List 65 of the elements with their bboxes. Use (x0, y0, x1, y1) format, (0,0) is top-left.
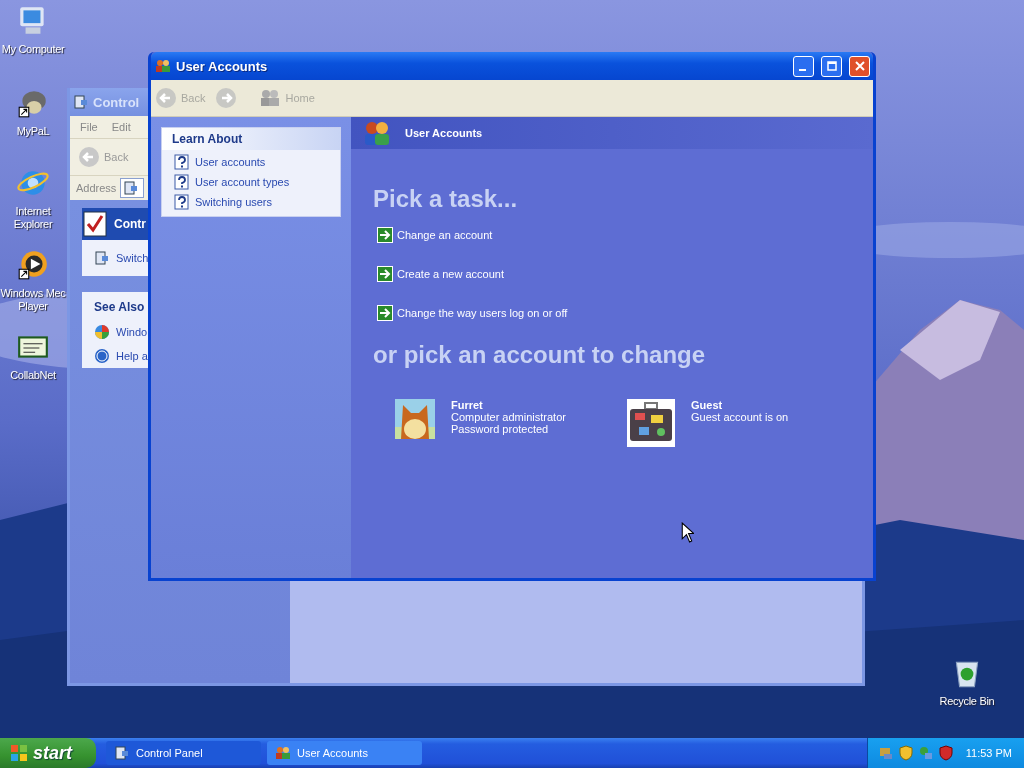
section-heading: or pick an account to change (373, 341, 706, 369)
account-detail: Computer administrator (451, 411, 566, 423)
arrow-icon (377, 227, 393, 243)
icon-label[interactable]: Recycle Bin (939, 695, 995, 708)
users-icon (275, 745, 291, 761)
maximize-button[interactable] (821, 55, 842, 77)
maximize-icon (826, 61, 837, 71)
control-panel-icon (73, 94, 89, 110)
task-link[interactable]: Create a new account (397, 268, 504, 280)
account-name[interactable]: Furret (451, 399, 483, 411)
section-heading: Pick a task... (373, 185, 518, 213)
icon-label[interactable]: Internet Explorer (13, 205, 53, 231)
help-icon (174, 174, 190, 190)
panel-title: Learn About (172, 132, 243, 146)
section-title: User Accounts (405, 127, 483, 139)
windows-logo-icon (10, 744, 28, 762)
checklist-icon (82, 210, 110, 238)
arrow-icon (377, 266, 393, 282)
task-link[interactable]: Change an account (397, 229, 493, 241)
clock: 11:53 PM (965, 747, 1012, 759)
window-title: Control (93, 94, 140, 110)
close-icon (854, 61, 865, 71)
icon-label[interactable]: MyPaL (16, 125, 50, 138)
account-detail: Guest account is on (691, 411, 789, 423)
start-button[interactable]: start (0, 738, 96, 768)
control-panel-icon (123, 180, 140, 196)
minimize-icon (798, 69, 806, 71)
task-link[interactable]: Change the way users log on or off (397, 307, 568, 319)
address-label: Address (76, 182, 117, 194)
arrow-icon (377, 305, 393, 321)
menu-item[interactable]: Edit (111, 121, 131, 133)
panel-title: See Also (93, 300, 146, 316)
help-icon (174, 194, 190, 210)
windows-logo-icon (94, 324, 110, 340)
taskbar-button[interactable]: Control Panel (106, 741, 261, 765)
shield-icon[interactable] (897, 745, 914, 761)
minimize-button[interactable] (793, 55, 814, 77)
back-button[interactable]: Back (78, 146, 129, 168)
users-icon (155, 58, 171, 74)
help-link[interactable]: Switching users (195, 196, 273, 208)
account-detail: Password protected (451, 423, 549, 435)
shield-icon[interactable] (937, 745, 954, 761)
menu-item[interactable]: File (80, 121, 98, 133)
icon-label[interactable]: My Computer (1, 43, 65, 56)
help-icon (174, 154, 190, 170)
control-panel-icon (114, 745, 130, 761)
users-icon (259, 87, 282, 109)
icon-label[interactable]: Windows Mec Player (0, 287, 66, 313)
account-name[interactable]: Guest (691, 399, 723, 411)
help-link[interactable]: User accounts (195, 156, 266, 168)
users-icon (363, 119, 391, 147)
task-link[interactable]: Switch (116, 252, 149, 264)
window-title: User Accounts (176, 58, 268, 74)
taskbar-button[interactable]: User Accounts (267, 741, 422, 765)
mouse-cursor-icon (681, 522, 694, 543)
icon-label[interactable]: CollabNet (10, 369, 56, 382)
help-icon (94, 348, 110, 364)
media-player-icon[interactable] (16, 248, 50, 282)
see-also-link[interactable]: Windo (116, 326, 148, 338)
address-field[interactable] (120, 178, 145, 198)
see-also-link[interactable]: Help a (116, 350, 148, 362)
control-panel-icon (94, 250, 110, 266)
panel-title: Contr (114, 217, 146, 231)
close-button[interactable] (849, 55, 870, 77)
help-link[interactable]: User account types (195, 176, 290, 188)
